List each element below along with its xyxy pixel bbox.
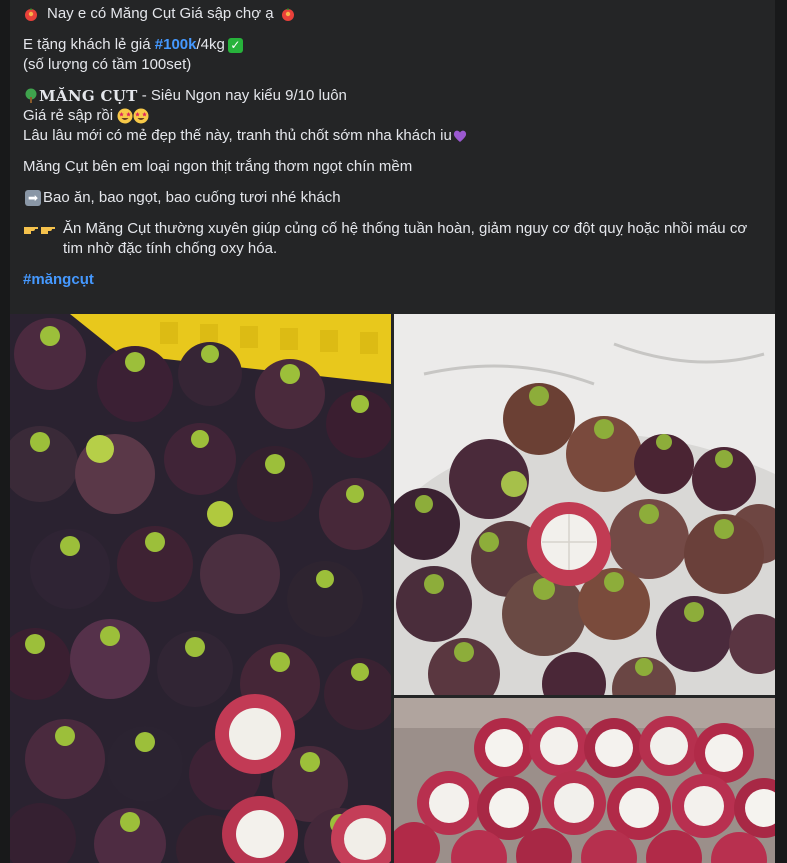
mangosteen-peeled-photo[interactable] <box>394 698 775 863</box>
post-line-6: Lâu lâu mới có mẻ đẹp thế này, tranh thủ… <box>23 126 768 146</box>
fruit-icon <box>25 8 37 21</box>
tree-icon <box>25 88 37 103</box>
post-line-2: E tặng khách lẻ giá #100k /4kg ✓ <box>23 35 768 55</box>
post-text: Nay e có Măng Cụt Giá sập chợ ạ E tặng k… <box>23 4 768 301</box>
mangosteen-crate-photo[interactable] <box>10 314 391 863</box>
post-line-1: Nay e có Măng Cụt Giá sập chợ ạ <box>23 4 768 24</box>
photo-grid <box>10 314 775 863</box>
fruit-icon <box>281 8 294 21</box>
hashtag-link[interactable]: #măngcụt <box>23 271 94 288</box>
post-card: Nay e có Măng Cụt Giá sập chợ ạ E tặng k… <box>10 0 775 863</box>
right-arrow-icon: ➡ <box>25 190 41 206</box>
post-line-3: (số lượng có tầm 100set) <box>23 56 192 73</box>
price-hashtag-link[interactable]: #100k <box>155 35 197 55</box>
post-line-7: Măng Cụt bên em loại ngon thịt trắng thơ… <box>23 158 413 175</box>
purple-heart-icon <box>453 130 466 142</box>
pointing-hands-icon <box>24 227 55 234</box>
green-check-icon: ✓ <box>227 37 243 53</box>
star-eyes-emoji <box>133 108 149 124</box>
post-line-4: MĂNG CỤT - Siêu Ngon nay kiểu 9/10 luôn <box>23 86 768 106</box>
post-line-9: Ăn Măng Cụt thường xuyên giúp củng cố hệ… <box>23 219 768 259</box>
post-line-5: Giá rẻ sập rồi <box>23 106 768 126</box>
post-line-8: ➡ Bao ăn, bao ngọt, bao cuống tươi nhé k… <box>23 188 768 208</box>
star-eyes-emoji <box>117 108 133 124</box>
mangosteen-opened-photo[interactable] <box>394 314 775 695</box>
